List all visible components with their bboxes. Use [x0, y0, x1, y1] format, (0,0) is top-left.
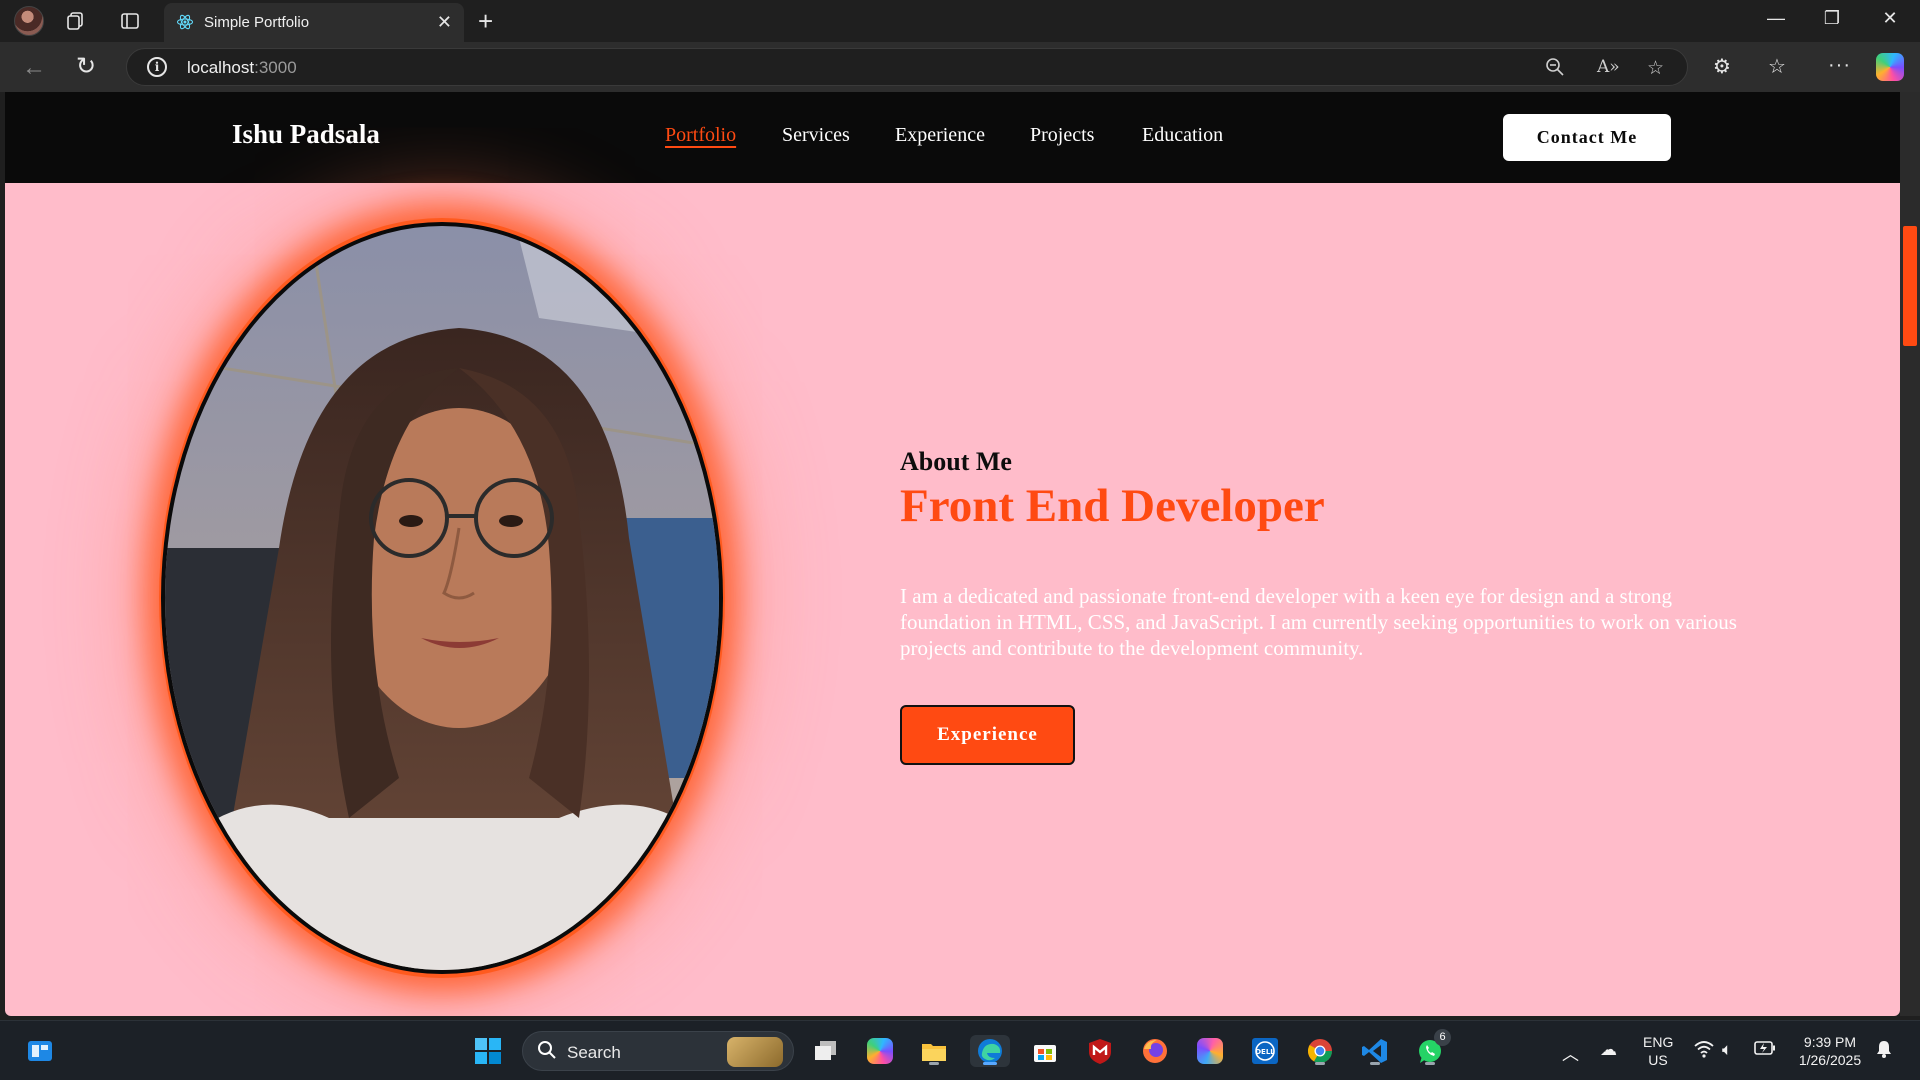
- back-icon[interactable]: ←: [22, 54, 46, 82]
- site-brand[interactable]: Ishu Padsala: [232, 119, 380, 150]
- about-description: I am a dedicated and passionate front-en…: [900, 584, 1737, 660]
- nav-link-services[interactable]: Services: [782, 124, 850, 147]
- more-icon[interactable]: ···: [1828, 54, 1851, 77]
- language-label: ENG: [1643, 1034, 1674, 1050]
- page-scrollbar[interactable]: [1900, 92, 1920, 1016]
- edge-icon[interactable]: [970, 1035, 1010, 1067]
- contact-me-button[interactable]: Contact Me: [1503, 114, 1671, 161]
- chrome-icon[interactable]: [1304, 1035, 1336, 1067]
- clock[interactable]: 9:39 PM 1/26/2025: [1790, 1033, 1870, 1069]
- url-host: localhost: [187, 58, 255, 77]
- profile-photo: [159, 218, 725, 978]
- restore-icon[interactable]: ❐: [1820, 8, 1844, 29]
- close-icon[interactable]: ✕: [437, 12, 452, 33]
- scrollbar-thumb[interactable]: [1903, 226, 1917, 346]
- tab-title: Simple Portfolio: [204, 14, 310, 31]
- m365-icon[interactable]: [1194, 1035, 1226, 1067]
- nav-link-education[interactable]: Education: [1142, 124, 1223, 147]
- browser-tab-bar: Simple Portfolio ✕ + — ❐ ✕: [0, 0, 1920, 42]
- plus-icon[interactable]: +: [478, 6, 493, 37]
- vscode-icon[interactable]: [1359, 1035, 1391, 1067]
- dell-icon[interactable]: DELL: [1249, 1035, 1281, 1067]
- search-label: Search: [567, 1043, 621, 1062]
- search-highlight-image: [727, 1037, 783, 1067]
- file-explorer-icon[interactable]: [918, 1035, 950, 1067]
- minimize-icon[interactable]: —: [1764, 8, 1788, 29]
- experience-button[interactable]: Experience: [900, 705, 1075, 765]
- site-info-icon[interactable]: i: [147, 57, 167, 77]
- site-navbar: Ishu Padsala Portfolio Services Experien…: [5, 92, 1900, 183]
- about-title: Front End Developer: [900, 480, 1325, 532]
- search-icon: [537, 1040, 557, 1065]
- about-label: About Me: [900, 447, 1012, 476]
- mcafee-icon[interactable]: [1084, 1035, 1116, 1067]
- workspaces-icon[interactable]: [64, 9, 88, 33]
- favorite-star-icon[interactable]: ☆: [1647, 57, 1664, 80]
- copilot-icon[interactable]: [1876, 53, 1904, 81]
- notification-bell-icon[interactable]: [1876, 1040, 1892, 1063]
- read-aloud-icon[interactable]: A»: [1597, 57, 1620, 77]
- wifi-icon[interactable]: [1694, 1040, 1714, 1063]
- volume-icon[interactable]: 🔈︎: [1722, 1040, 1732, 1060]
- windows-taskbar: Search DELL 6 ︿ ☁ ENG US 🔈︎ 9:39 PM 1/26…: [0, 1020, 1920, 1080]
- clock-date: 1/26/2025: [1798, 1052, 1862, 1068]
- zoom-icon[interactable]: [1545, 57, 1565, 83]
- profile-avatar[interactable]: [14, 6, 44, 36]
- start-icon[interactable]: [472, 1035, 504, 1067]
- task-view-icon[interactable]: [810, 1035, 842, 1067]
- nav-link-projects[interactable]: Projects: [1030, 124, 1094, 147]
- url-port: :3000: [254, 58, 297, 77]
- react-favicon-icon: [176, 14, 194, 30]
- onedrive-icon[interactable]: ☁: [1600, 1040, 1617, 1060]
- taskbar-search[interactable]: Search: [522, 1031, 794, 1071]
- window-close-icon[interactable]: ✕: [1878, 8, 1902, 29]
- about-section: About Me Front End Developer I am a dedi…: [900, 447, 1740, 661]
- whatsapp-icon[interactable]: 6: [1414, 1029, 1451, 1067]
- url-text[interactable]: localhost:3000: [187, 58, 297, 78]
- nav-link-portfolio[interactable]: Portfolio: [665, 124, 736, 147]
- vertical-tabs-icon[interactable]: [118, 9, 142, 33]
- favorites-icon[interactable]: ☆: [1768, 54, 1786, 79]
- address-bar[interactable]: i localhost:3000 A» ☆: [126, 48, 1688, 86]
- page-viewport: Ishu Padsala Portfolio Services Experien…: [5, 92, 1900, 1016]
- refresh-icon[interactable]: ↻: [76, 52, 96, 81]
- clock-time: 9:39 PM: [1803, 1034, 1857, 1050]
- whatsapp-badge: 6: [1434, 1029, 1451, 1046]
- browser-tab[interactable]: Simple Portfolio ✕: [164, 3, 464, 42]
- store-icon[interactable]: [1029, 1035, 1061, 1067]
- language-indicator[interactable]: ENG US: [1643, 1033, 1673, 1069]
- address-toolbar: ← ↻ i localhost:3000 A» ☆ ⚙ ☆ ···: [0, 42, 1920, 92]
- region-label: US: [1648, 1052, 1668, 1068]
- widgets-icon[interactable]: [24, 1035, 56, 1067]
- copilot-app-icon[interactable]: [864, 1035, 896, 1067]
- extensions-icon[interactable]: ⚙: [1713, 54, 1731, 79]
- firefox-icon[interactable]: [1139, 1035, 1171, 1067]
- battery-icon[interactable]: [1754, 1040, 1776, 1060]
- svg-text:DELL: DELL: [1255, 1048, 1275, 1056]
- nav-link-experience[interactable]: Experience: [895, 124, 985, 147]
- tray-chevron-icon[interactable]: ︿: [1562, 1040, 1579, 1065]
